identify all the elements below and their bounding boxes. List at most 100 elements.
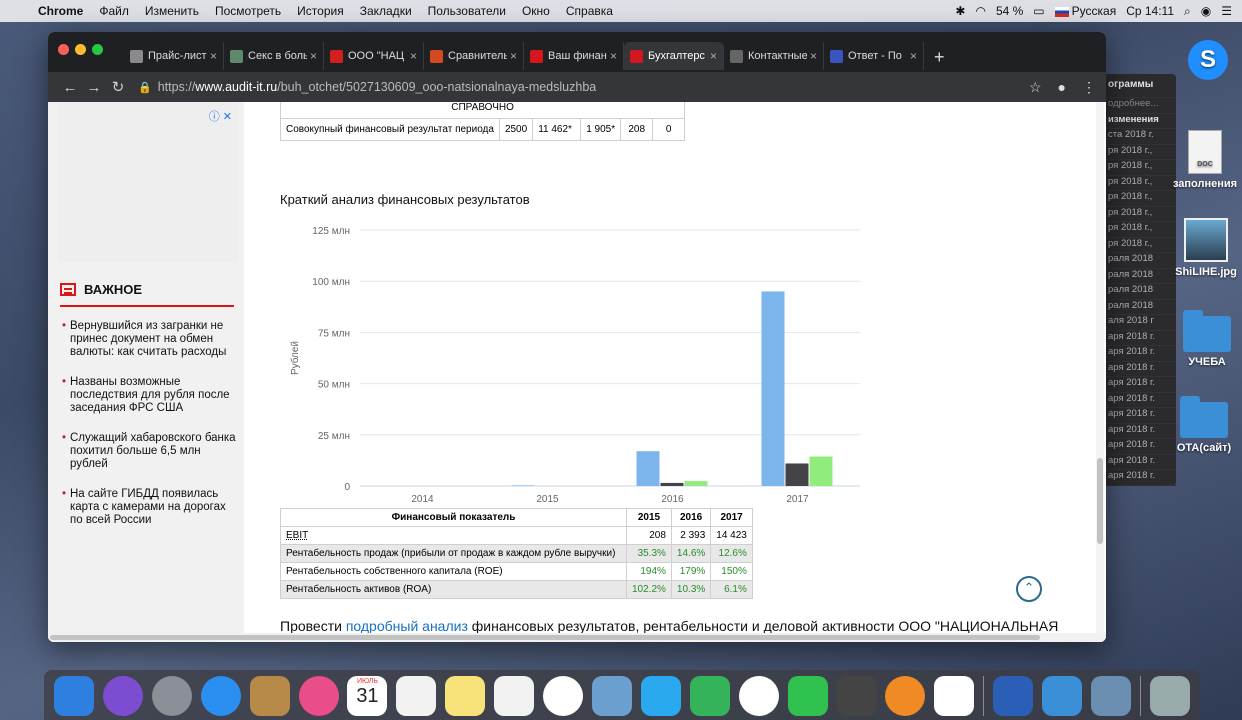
side-window-row[interactable]: аря 2018 г. bbox=[1098, 439, 1176, 455]
forward-arrow-icon[interactable]: → bbox=[82, 79, 106, 96]
desktop-folder-sait[interactable]: ОТА(сайт) bbox=[1166, 396, 1242, 454]
fin-row-label[interactable]: EBIT bbox=[280, 526, 627, 545]
dock-contacts-icon[interactable] bbox=[249, 676, 290, 716]
dock-chrome-icon[interactable] bbox=[738, 676, 779, 716]
side-window-row[interactable]: изменения bbox=[1098, 114, 1176, 129]
dock-word-icon[interactable] bbox=[993, 676, 1034, 716]
close-window-button[interactable] bbox=[58, 44, 69, 55]
spotlight-icon[interactable]: ⌕ bbox=[1184, 4, 1191, 19]
desktop-photo-file[interactable]: ShiLIHE.jpg bbox=[1170, 218, 1242, 278]
dock-finder-icon[interactable] bbox=[54, 676, 94, 716]
menubar-clock[interactable]: Ср 14:11 bbox=[1126, 4, 1174, 18]
scroll-to-top-button[interactable]: ⌃ bbox=[1016, 576, 1042, 602]
tab-close-icon[interactable]: × bbox=[710, 49, 717, 63]
side-window-row[interactable]: ря 2018 г., bbox=[1098, 191, 1176, 207]
side-window-row[interactable]: ря 2018 г., bbox=[1098, 176, 1176, 191]
dock-textedit-icon[interactable] bbox=[396, 676, 437, 716]
dock-ibooks-icon[interactable] bbox=[885, 676, 926, 716]
side-window-row[interactable]: ря 2018 г., bbox=[1098, 222, 1176, 238]
side-window-row[interactable]: ря 2018 г., bbox=[1098, 160, 1176, 176]
side-window-row[interactable]: раля 2018 bbox=[1098, 253, 1176, 269]
dock-messages-icon[interactable] bbox=[640, 676, 681, 716]
dock-itunes-icon[interactable] bbox=[298, 676, 339, 716]
news-link[interactable]: Вернувшийся из загранки не принес докуме… bbox=[62, 320, 238, 359]
side-window-row[interactable]: аря 2018 г. bbox=[1098, 408, 1176, 424]
dock-trash-icon[interactable] bbox=[1149, 676, 1190, 716]
menu-file[interactable]: Файл bbox=[91, 4, 137, 18]
news-link[interactable]: Служащий хабаровского банка похитил боль… bbox=[62, 432, 238, 471]
browser-tab[interactable]: Контактные × bbox=[724, 42, 824, 70]
vertical-scroll-thumb[interactable] bbox=[1097, 458, 1103, 544]
lock-icon[interactable]: 🔒 bbox=[138, 81, 152, 94]
menu-help[interactable]: Справка bbox=[558, 4, 621, 18]
dock-safari-icon[interactable] bbox=[200, 676, 241, 716]
horizontal-scroll-thumb[interactable] bbox=[50, 635, 1040, 640]
dock-photo-viewer-icon[interactable] bbox=[1090, 676, 1131, 716]
tab-close-icon[interactable]: × bbox=[410, 49, 417, 63]
news-link[interactable]: На сайте ГИБДД появилась карта с камерам… bbox=[62, 488, 238, 527]
tab-close-icon[interactable]: × bbox=[810, 49, 817, 63]
side-window-row[interactable]: аря 2018 г. bbox=[1098, 424, 1176, 439]
desktop-shazam[interactable]: S bbox=[1178, 40, 1238, 84]
dock-numbers-icon[interactable] bbox=[689, 676, 730, 716]
side-window-row[interactable]: ря 2018 г., bbox=[1098, 207, 1176, 222]
bookmark-star-icon[interactable]: ☆ bbox=[1029, 79, 1042, 96]
dock-launchpad-icon[interactable] bbox=[151, 676, 192, 716]
dock-photos-icon[interactable] bbox=[543, 676, 584, 716]
side-window-row[interactable]: ста 2018 г. bbox=[1098, 129, 1176, 145]
browser-tab[interactable]: ООО "НАЦ × bbox=[324, 42, 424, 70]
battery-percent[interactable]: 54 % bbox=[996, 4, 1023, 18]
menu-history[interactable]: История bbox=[289, 4, 352, 18]
tab-close-icon[interactable]: × bbox=[910, 49, 917, 63]
tab-close-icon[interactable]: × bbox=[510, 49, 517, 63]
siri-icon[interactable]: ◉ bbox=[1201, 4, 1211, 18]
menu-window[interactable]: Окно bbox=[514, 4, 558, 18]
side-window-row[interactable]: ря 2018 г., bbox=[1098, 145, 1176, 160]
dock-calendar-icon[interactable]: ИЮЛЬ 31 bbox=[347, 676, 388, 716]
side-window-row[interactable]: аря 2018 г. bbox=[1098, 393, 1176, 408]
minimize-window-button[interactable] bbox=[75, 44, 86, 55]
ad-choices-icon[interactable]: ⓘ ✕ bbox=[209, 108, 232, 124]
menu-bookmarks[interactable]: Закладки bbox=[352, 4, 420, 18]
dock-siri-icon[interactable] bbox=[102, 676, 143, 716]
side-window-row[interactable]: раля 2018 bbox=[1098, 300, 1176, 315]
reload-icon[interactable]: ↻ bbox=[106, 78, 130, 96]
notification-center-icon[interactable]: ☰ bbox=[1221, 4, 1232, 18]
side-window-row[interactable]: аря 2018 г. bbox=[1098, 331, 1176, 346]
news-link[interactable]: Названы возможные последствия для рубля … bbox=[62, 376, 238, 415]
side-window-row[interactable]: аря 2018 г. bbox=[1098, 470, 1176, 486]
tab-close-icon[interactable]: × bbox=[610, 49, 617, 63]
dock-calculator-icon[interactable] bbox=[836, 676, 877, 716]
address-bar[interactable]: 🔒 https://www.audit-it.ru/buh_otchet/502… bbox=[138, 76, 1029, 98]
ad-banner[interactable]: ⓘ ✕ bbox=[58, 102, 238, 262]
wifi-icon[interactable]: ◠ bbox=[975, 4, 985, 18]
new-tab-button[interactable]: + bbox=[924, 42, 955, 72]
browser-tab[interactable]: Секс в боль × bbox=[224, 42, 324, 70]
side-window-row[interactable]: аря 2018 г. bbox=[1098, 362, 1176, 377]
keyboard-layout[interactable]: Русская bbox=[1054, 4, 1116, 18]
tab-close-icon[interactable]: × bbox=[310, 49, 317, 63]
menu-people[interactable]: Пользователи bbox=[420, 4, 514, 18]
menu-view[interactable]: Посмотреть bbox=[207, 4, 289, 18]
side-window-row[interactable]: аля 2018 г bbox=[1098, 315, 1176, 331]
menu-app-name[interactable]: Chrome bbox=[30, 4, 91, 18]
desktop-folder-ucheba[interactable]: УЧЕБА bbox=[1172, 310, 1242, 368]
desktop-doc-file[interactable]: DOC заполнения bbox=[1168, 130, 1242, 190]
tab-close-icon[interactable]: × bbox=[210, 49, 217, 63]
dock-preview-icon[interactable] bbox=[591, 676, 632, 716]
browser-tab[interactable]: Бухгалтерс × bbox=[624, 42, 724, 70]
side-window-row[interactable]: аря 2018 г. bbox=[1098, 346, 1176, 362]
dock-keynote-icon[interactable] bbox=[934, 676, 975, 716]
dock-reminders-icon[interactable] bbox=[494, 676, 535, 716]
zoom-window-button[interactable] bbox=[92, 44, 103, 55]
side-window-row[interactable]: раля 2018 bbox=[1098, 269, 1176, 284]
profile-avatar-icon[interactable]: ● bbox=[1058, 79, 1066, 96]
chrome-menu-icon[interactable]: ⋮ bbox=[1082, 79, 1096, 96]
browser-tab[interactable]: Ответ - По × bbox=[824, 42, 924, 70]
menu-edit[interactable]: Изменить bbox=[137, 4, 207, 18]
bluetooth-icon[interactable]: ✱ bbox=[955, 4, 965, 18]
side-window-row[interactable]: аря 2018 г. bbox=[1098, 455, 1176, 470]
back-arrow-icon[interactable]: ← bbox=[58, 79, 82, 96]
battery-icon[interactable]: ▭ bbox=[1033, 4, 1044, 18]
browser-tab[interactable]: Ваш финанс × bbox=[524, 42, 624, 70]
